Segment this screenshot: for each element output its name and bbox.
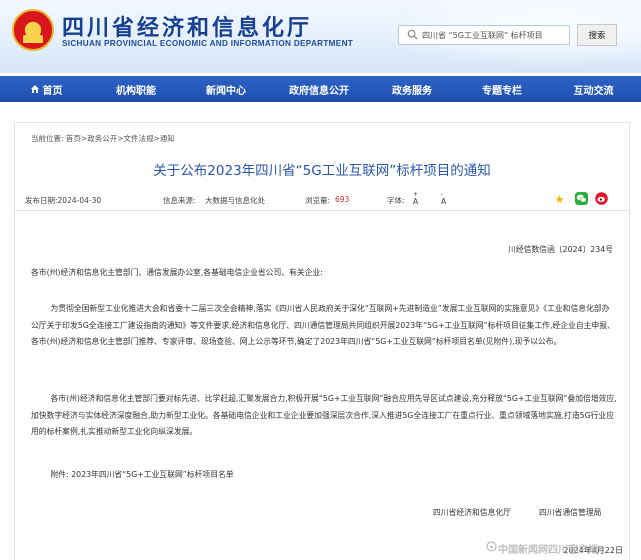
search-icon bbox=[407, 29, 418, 40]
issuer-comm-admin: 四川省通信管理局 bbox=[539, 508, 602, 517]
search-box[interactable] bbox=[398, 25, 570, 45]
breadcrumb[interactable]: 当前位置: 首页>政务公开>文件法规>通知 bbox=[31, 133, 175, 144]
nav-services[interactable]: 政务服务 bbox=[366, 76, 458, 102]
weibo-share-icon[interactable] bbox=[595, 192, 608, 205]
source-label: 信息来源: bbox=[163, 196, 196, 205]
site-subtitle-en: SICHUAN PROVINCIAL ECONOMIC AND INFORMAT… bbox=[62, 39, 354, 48]
nav-gov-info[interactable]: 政府信息公开 bbox=[272, 76, 366, 102]
issuer-economy-dept: 四川省经济和信息化厅 bbox=[433, 508, 511, 517]
nav-news[interactable]: 新闻中心 bbox=[180, 76, 272, 102]
watermark-text: 中国新闻网四川客户端 bbox=[498, 545, 598, 556]
svg-text:★: ★ bbox=[555, 193, 565, 205]
page-title: 关于公布2023年四川省“5G工业互联网”标杆项目的通知 bbox=[153, 163, 491, 179]
weibo-watermark-icon bbox=[486, 541, 497, 552]
recipients: 各市(州)经济和信息化主管部门、通信发展办公室,各基础电信企业省公司、有关企业: bbox=[31, 268, 323, 277]
article-panel: 当前位置: 首页>政务公开>文件法规>通知 关于公布2023年四川省“5G工业互… bbox=[14, 122, 630, 560]
site-header: ★ 四川省经济和信息化厅 SICHUAN PROVINCIAL ECONOMIC… bbox=[0, 0, 641, 73]
views-count: 693 bbox=[335, 195, 350, 204]
main-nav: 首页 机构职能 新闻中心 政府信息公开 政务服务 专题专栏 互动交流 bbox=[0, 76, 641, 102]
font-label: 字体: bbox=[387, 196, 405, 205]
nav-interaction[interactable]: 互动交流 bbox=[546, 76, 641, 102]
paragraph-1: 为贯彻全国新型工业化推进大会和省委十二届三次全会精神,落实《四川省人民政府关于深… bbox=[31, 304, 615, 346]
home-icon bbox=[30, 85, 39, 93]
font-large-button[interactable]: A + bbox=[413, 191, 418, 206]
paragraph-2: 各市(州)经济和信息化主管部门要对标先进、比学赶超,汇聚发展合力,积极开展“5G… bbox=[31, 394, 617, 436]
nav-home[interactable]: 首页 bbox=[0, 76, 92, 102]
source-value: 大数据与信息化处 bbox=[205, 196, 265, 205]
national-emblem-icon: ★ bbox=[12, 9, 54, 51]
attachment-link[interactable]: 附件: 2023年四川省“5G+工业互联网”标杆项目名单 bbox=[31, 467, 617, 484]
wechat-share-icon[interactable] bbox=[575, 192, 588, 205]
views-label: 浏览量: bbox=[305, 196, 331, 205]
qzone-share-icon[interactable]: ★ bbox=[553, 192, 566, 205]
font-small-button[interactable]: A- bbox=[441, 191, 446, 206]
nav-topics[interactable]: 专题专栏 bbox=[458, 76, 546, 102]
site-title[interactable]: 四川省经济和信息化厅 bbox=[62, 10, 312, 42]
search-input[interactable] bbox=[422, 27, 568, 43]
document-number: 川经信数信函〔2024〕234号 bbox=[508, 245, 613, 254]
nav-agency[interactable]: 机构职能 bbox=[92, 76, 180, 102]
article-meta: 发布日期:2024-04-30 信息来源: 大数据与信息化处 浏览量: 693 … bbox=[15, 189, 629, 211]
publish-date: 发布日期:2024-04-30 bbox=[25, 196, 102, 205]
search-button[interactable]: 搜索 bbox=[577, 24, 617, 46]
